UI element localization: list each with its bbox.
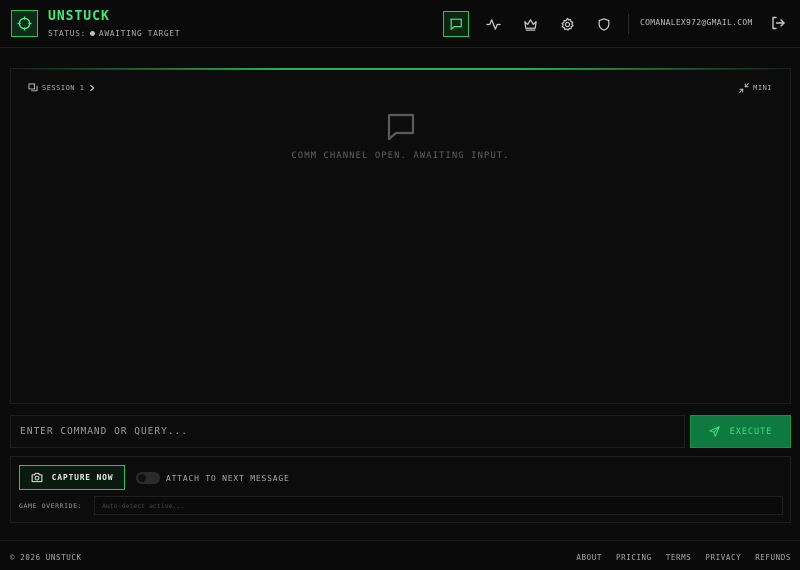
crown-icon [523,18,537,31]
session-selector[interactable]: SESSION 1 [28,83,96,93]
nav-chat-button[interactable] [443,11,469,37]
execute-label: EXECUTE [729,426,773,437]
empty-state-message: COMM CHANNEL OPEN. AWAITING INPUT. [291,151,510,161]
minimize-button[interactable]: MINI [739,83,772,93]
panel-glow-line [11,68,790,70]
gear-icon [560,17,574,31]
activity-icon [485,18,501,30]
nav-activity-button[interactable] [480,11,506,37]
footer-links: ABOUT PRICING TERMS PRIVACY REFUNDS [576,553,791,562]
command-input[interactable] [10,415,685,448]
nav-settings-button[interactable] [554,11,580,37]
header-divider [628,14,629,34]
footer-link-refunds[interactable]: REFUNDS [755,553,791,562]
attach-label: ATTACH TO NEXT MESSAGE [166,474,290,483]
app-title: UNSTUCK [48,9,110,24]
shield-icon [598,17,610,31]
session-label: SESSION 1 [42,84,85,92]
chat-empty-icon [387,113,415,141]
nav-shield-button[interactable] [591,11,617,37]
send-icon [708,426,720,437]
status-indicator: STATUS: AWAITING TARGET [48,29,180,38]
top-bar: UNSTUCK STATUS: AWAITING TARGET COMANALE… [0,0,800,48]
sessions-icon [28,83,38,92]
chat-icon [450,18,462,30]
toggle-knob [138,474,146,482]
execute-button[interactable]: EXECUTE [690,415,791,448]
capture-label: CAPTURE NOW [51,473,114,482]
logout-button[interactable] [770,15,786,31]
minimize-icon [739,83,749,93]
capture-panel: CAPTURE NOW ATTACH TO NEXT MESSAGE GAME … [10,456,791,523]
logo [11,10,38,37]
mini-label: MINI [753,84,772,92]
footer-link-about[interactable]: ABOUT [576,553,602,562]
status-label: STATUS: [48,29,86,38]
nav-crown-button[interactable] [517,11,543,37]
footer-link-privacy[interactable]: PRIVACY [705,553,741,562]
capture-now-button[interactable]: CAPTURE NOW [19,465,125,490]
camera-icon [31,472,43,483]
command-bar: EXECUTE [10,415,791,448]
user-email: COMANALEX972@GMAIL.COM [640,18,753,27]
footer-link-terms[interactable]: TERMS [666,553,692,562]
footer-link-pricing[interactable]: PRICING [616,553,652,562]
attach-toggle[interactable] [136,472,160,484]
chat-panel: SESSION 1 MINI COMM CHANNEL OPEN. AWAITI… [10,68,791,404]
chevron-right-icon [90,84,95,92]
copyright: © 2026 UNSTUCK [10,553,82,562]
footer: © 2026 UNSTUCK ABOUT PRICING TERMS PRIVA… [0,540,800,570]
status-value: AWAITING TARGET [98,29,181,38]
logout-icon [772,16,785,30]
status-dot [89,31,95,36]
game-override-input[interactable] [94,496,783,515]
game-override-label: GAME OVERRIDE: [19,502,83,510]
crosshair-icon [17,16,32,31]
